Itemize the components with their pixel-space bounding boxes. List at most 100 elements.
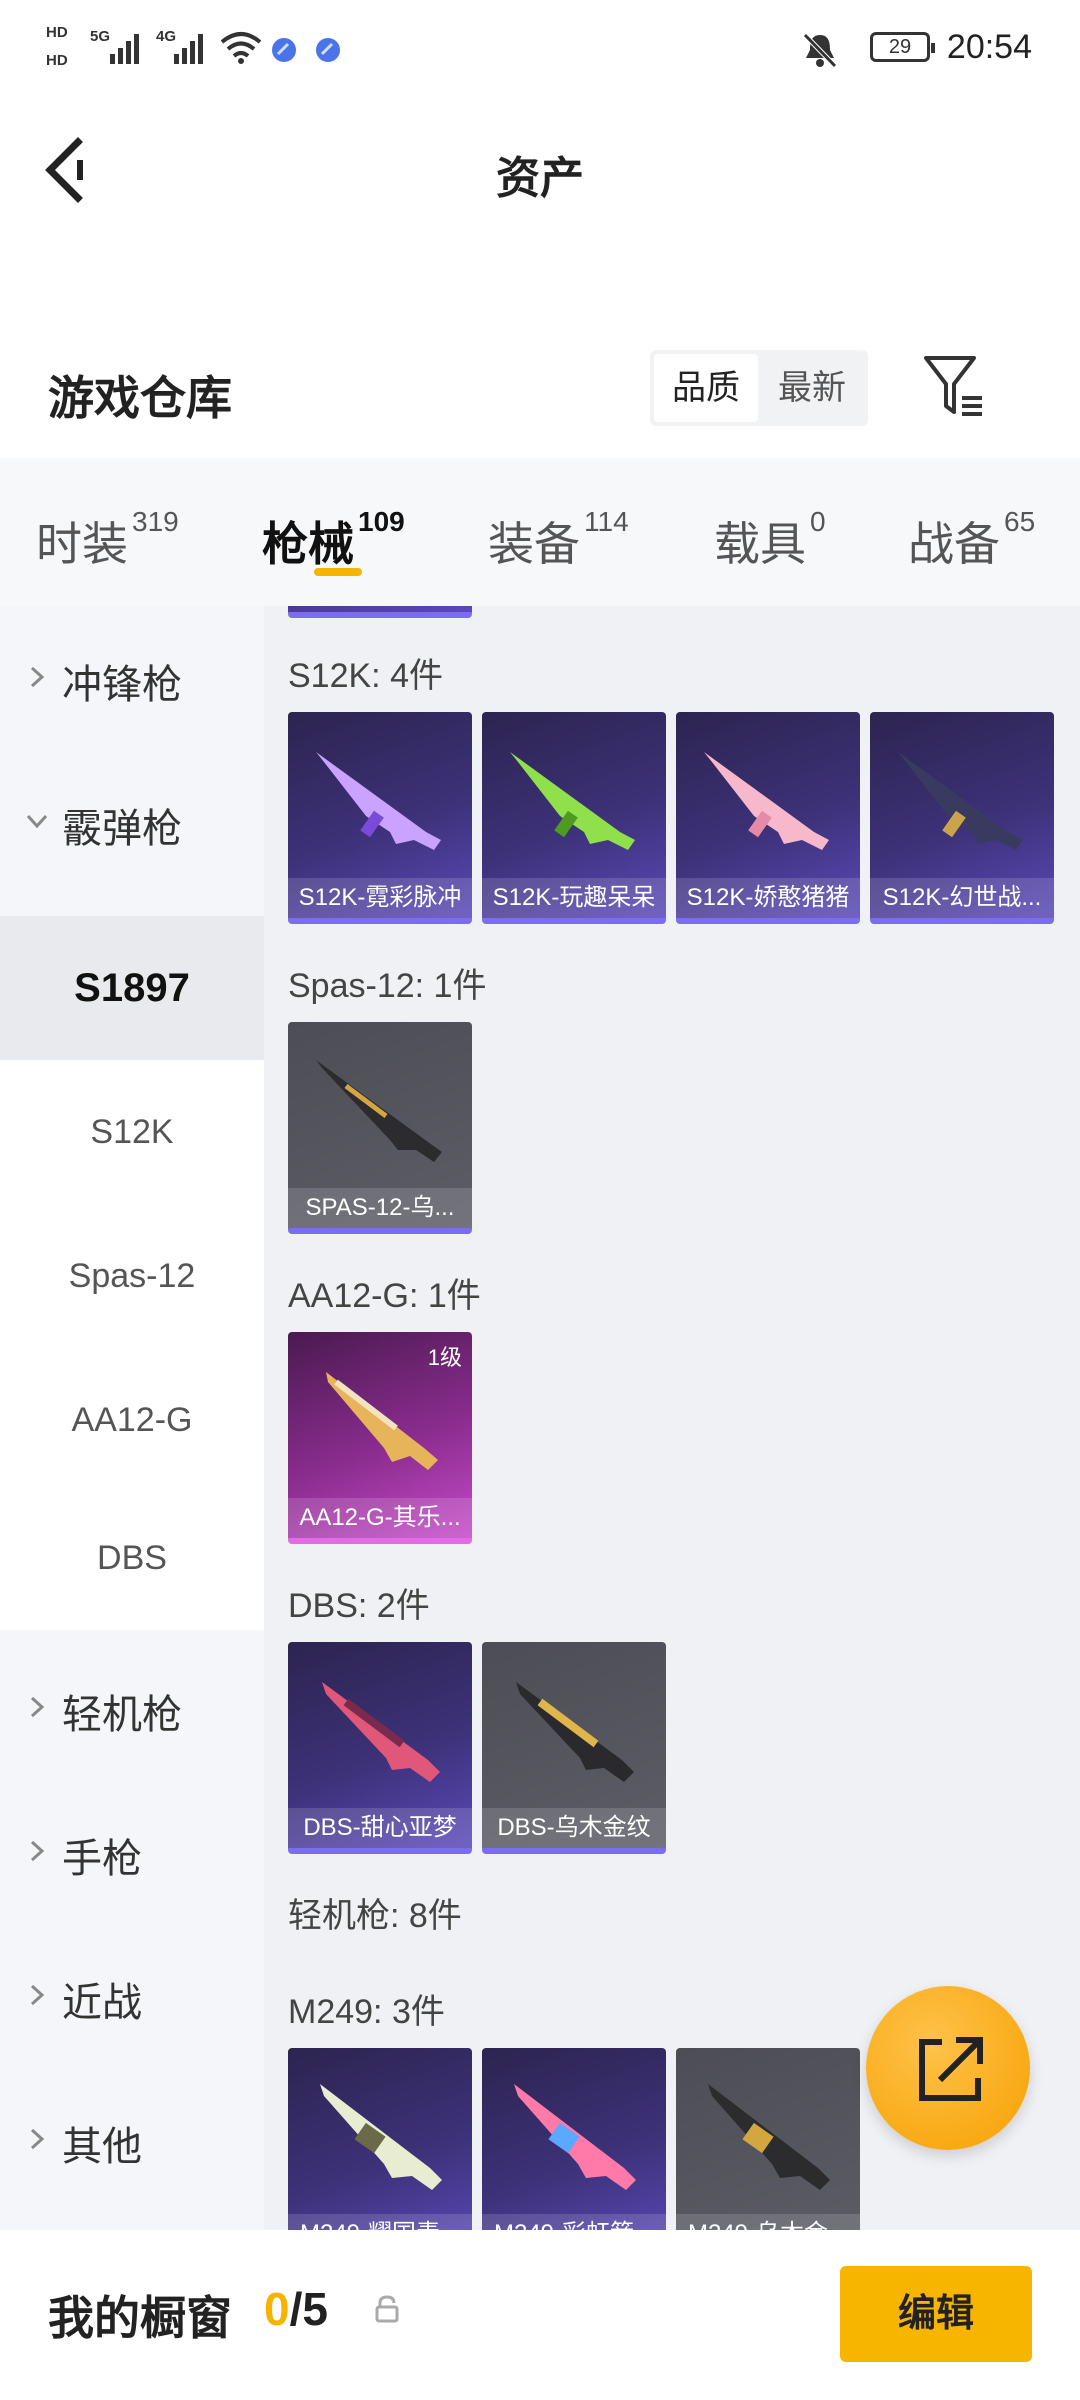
tab-equipment[interactable]: 装备 114 xyxy=(488,506,629,574)
mute-bell-icon xyxy=(803,33,837,68)
shotgun-subitems: S1897 S12K Spas-12 AA12-G xyxy=(0,916,264,1486)
weapon-card[interactable] xyxy=(288,606,472,618)
sort-toggle: 品质 最新 xyxy=(650,350,868,426)
weapon-card[interactable]: M249-耀国毒... xyxy=(288,2048,472,2230)
edit-button[interactable]: 编辑 xyxy=(840,2266,1032,2362)
weapon-card[interactable]: M249-彩虹箭... xyxy=(482,2048,666,2230)
share-button[interactable] xyxy=(866,1986,1030,2150)
sidebar-item-lmg[interactable]: 轻机枪 xyxy=(0,1636,264,1780)
chevron-right-icon xyxy=(30,1984,45,2006)
sidebar-subitem-s1897[interactable]: S1897 xyxy=(0,916,264,1060)
lmg-skin-icon xyxy=(514,2084,636,2190)
status-bar: HD HD 5G 4G 29 20:54 xyxy=(0,0,1080,100)
tab-label: 载具 xyxy=(714,518,806,570)
showcase-count-max: 5 xyxy=(302,2283,328,2335)
showcase-bar: 我的橱窗 0/5 编辑 xyxy=(0,2230,1080,2400)
weapon-card[interactable]: S12K-娇憨猪猪 xyxy=(676,712,860,924)
weapon-card[interactable]: S12K-霓彩脉冲 xyxy=(288,712,472,924)
showcase-count-separator: / xyxy=(289,2283,303,2335)
shotgun-skin-icon xyxy=(510,752,635,850)
section-title: M249: 3件 xyxy=(288,1993,445,2031)
tab-vehicles[interactable]: 载具 0 xyxy=(714,506,826,574)
weapon-card[interactable]: DBS-乌木金纹 xyxy=(482,1642,666,1854)
sidebar-subitem-aa12g[interactable]: AA12-G xyxy=(0,1348,264,1492)
shotgun-skin-icon xyxy=(516,1682,634,1782)
weapon-card-name: S12K-幻世战... xyxy=(870,878,1054,918)
tab-count: 319 xyxy=(132,506,179,537)
tab-count: 0 xyxy=(810,506,826,537)
active-tab-indicator xyxy=(314,568,362,576)
sidebar-subitem-s12k[interactable]: S12K xyxy=(0,1060,264,1204)
weapon-card[interactable]: SPAS-12-乌... xyxy=(288,1022,472,1234)
wifi-icon xyxy=(220,32,262,64)
signal-icon xyxy=(174,34,203,64)
weapon-card[interactable]: M249-乌木金... xyxy=(676,2048,860,2230)
section-title: AA12-G: 1件 xyxy=(288,1277,481,1315)
page-title: 资产 xyxy=(496,154,584,203)
weapon-card[interactable]: 1级 AA12-G-其乐... xyxy=(288,1332,472,1544)
sidebar-item-label: 霰弹枪 xyxy=(62,807,182,851)
section-title: S12K: 4件 xyxy=(288,657,443,695)
sidebar-item-pistol[interactable]: 手枪 xyxy=(0,1780,264,1924)
sidebar-item-melee[interactable]: 近战 xyxy=(0,1924,264,2068)
sidebar-item-label: 其他 xyxy=(62,2125,142,2169)
weapon-card-name: S12K-娇憨猪猪 xyxy=(676,878,860,918)
weapon-category-sidebar: 冲锋枪 霰弹枪 S1897 S12K Spas-12 AA12-G DBS 轻机… xyxy=(0,606,264,2230)
weapon-card-name: M249-彩虹箭... xyxy=(482,2214,666,2230)
shotgun-skin-icon xyxy=(322,1682,440,1782)
category-tabs: 时装 319 枪械 109 装备 114 载具 0 战备 65 xyxy=(0,458,1080,606)
sidebar-item-smg[interactable]: 冲锋枪 xyxy=(0,606,264,750)
weapon-card-name: S12K-玩趣呆呆 xyxy=(482,878,666,918)
app-notification-icon xyxy=(272,38,296,62)
section-title: 轻机枪: 8件 xyxy=(288,1897,462,1935)
showcase-count: 0/5 xyxy=(264,2282,328,2336)
chevron-right-icon xyxy=(30,1696,45,1718)
weapon-card-name: DBS-甜心亚梦 xyxy=(288,1808,472,1848)
shotgun-skin-icon xyxy=(704,752,829,850)
hd-label: HD xyxy=(46,24,68,41)
tab-weapons[interactable]: 枪械 109 xyxy=(262,506,405,574)
sort-quality-button[interactable]: 品质 xyxy=(654,354,758,422)
weapon-card-name: M249-乌木金... xyxy=(676,2214,860,2230)
sidebar-item-label: 近战 xyxy=(62,1981,142,2025)
sidebar-subitem-spas12[interactable]: Spas-12 xyxy=(0,1204,264,1348)
filter-icon[interactable] xyxy=(920,352,990,422)
chevron-right-icon xyxy=(30,2128,45,2150)
sidebar-subitem-dbs[interactable]: DBS xyxy=(0,1486,264,1630)
warehouse-title: 游戏仓库 xyxy=(48,372,232,424)
showcase-count-current: 0 xyxy=(264,2283,290,2335)
weapon-card-name: SPAS-12-乌... xyxy=(288,1188,472,1228)
lock-icon xyxy=(375,2295,399,2323)
sidebar-item-label: 手枪 xyxy=(62,1837,142,1881)
weapon-card-name: S12K-霓彩脉冲 xyxy=(288,878,472,918)
weapon-level-badge: 1级 xyxy=(427,1345,462,1370)
sidebar-item-label: 轻机枪 xyxy=(62,1693,182,1737)
sidebar-item-label: 冲锋枪 xyxy=(62,663,182,707)
lmg-skin-icon xyxy=(708,2084,830,2190)
sidebar-item-shotgun[interactable]: 霰弹枪 xyxy=(0,750,264,894)
weapon-card-name: DBS-乌木金纹 xyxy=(482,1808,666,1848)
app-notification-icon xyxy=(316,38,340,62)
tab-count: 109 xyxy=(358,506,405,537)
weapon-card[interactable]: S12K-幻世战... xyxy=(870,712,1054,924)
weapon-card-name: M249-耀国毒... xyxy=(288,2214,472,2230)
weapon-card[interactable]: DBS-甜心亚梦 xyxy=(288,1642,472,1854)
tab-count: 114 xyxy=(584,506,629,537)
hd-label: HD xyxy=(46,52,68,69)
sidebar-item-other[interactable]: 其他 xyxy=(0,2068,264,2212)
tab-label: 时装 xyxy=(36,518,128,570)
shotgun-skin-icon xyxy=(316,1060,442,1162)
chevron-right-icon xyxy=(30,666,45,688)
tab-supplies[interactable]: 战备 65 xyxy=(908,506,1035,574)
signal-icon xyxy=(110,34,139,64)
tab-label: 枪械 xyxy=(262,518,354,570)
weapon-card-name: AA12-G-其乐... xyxy=(288,1498,472,1538)
showcase-title: 我的橱窗 xyxy=(48,2292,232,2344)
weapon-card[interactable]: S12K-玩趣呆呆 xyxy=(482,712,666,924)
network-5g-label: 5G xyxy=(90,28,111,45)
shotgun-skin-icon xyxy=(898,752,1023,850)
tab-outfits[interactable]: 时装 319 xyxy=(36,506,179,574)
tab-label: 战备 xyxy=(908,518,1000,570)
clock: 20:54 xyxy=(946,28,1032,66)
sort-latest-button[interactable]: 最新 xyxy=(760,354,864,422)
